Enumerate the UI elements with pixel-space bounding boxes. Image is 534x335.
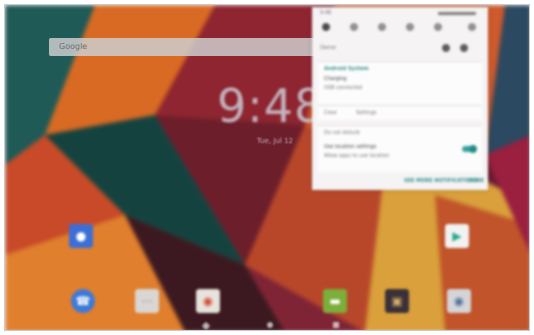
toggle-sublabel: Allow apps to use location <box>324 153 390 159</box>
play-store-icon[interactable]: ▶ <box>445 224 469 248</box>
messaging-icon[interactable]: ▬ <box>323 289 347 313</box>
notification-shade[interactable]: 9:48 Owner Android System Charging USB c… <box>312 7 488 190</box>
search-placeholder: Google <box>59 42 88 51</box>
bluetooth-tile-icon[interactable] <box>350 23 358 31</box>
date-label: Tue, Jul 12 <box>257 137 293 145</box>
notification-text: USB connected <box>324 85 363 91</box>
app-drawer-icon[interactable]: ⋯ <box>135 289 159 313</box>
settings-icon[interactable] <box>442 44 450 52</box>
quick-settings-row <box>322 23 480 35</box>
home-button[interactable] <box>267 322 273 328</box>
notification-card[interactable]: Android System Charging USB connected <box>318 61 482 104</box>
gallery-icon[interactable]: ▣ <box>385 289 409 313</box>
chip-clear[interactable]: Clear <box>324 110 337 116</box>
rotate-tile-icon[interactable] <box>434 23 442 31</box>
done-button[interactable]: DONE <box>468 178 484 184</box>
chrome-icon[interactable]: ◉ <box>196 289 220 313</box>
shade-time: 9:48 <box>320 10 332 16</box>
search-bar[interactable]: Google <box>49 38 317 56</box>
camera-icon[interactable]: ◉ <box>447 289 471 313</box>
recents-button[interactable] <box>333 322 339 328</box>
wifi-tile-icon[interactable] <box>322 23 330 31</box>
see-more-button[interactable]: SEE MORE NOTIFICATIONS <box>404 178 478 184</box>
notification-title: Charging <box>324 76 347 82</box>
chip-row: Clear Settings <box>318 105 482 120</box>
chip-settings[interactable]: Settings <box>356 110 377 116</box>
tablet-screen: Google 9:48 Tue, Jul 12 ● ▶ ☎ ⋯ ◉ ▬ ▣ ◉ … <box>4 4 530 331</box>
settings-card: Do not disturb Use location settings All… <box>318 125 482 172</box>
expand-tile-icon[interactable] <box>468 23 476 31</box>
phone-icon[interactable]: ☎ <box>71 289 95 313</box>
toggle-label: Use location settings <box>324 144 377 150</box>
notification-app-name: Android System <box>324 66 369 72</box>
contacts-icon[interactable]: ● <box>69 224 93 248</box>
clock: 9:48 <box>217 79 325 133</box>
status-indicators <box>438 12 476 15</box>
user-icon[interactable] <box>460 44 468 52</box>
location-toggle[interactable] <box>462 145 477 153</box>
section-label: Do not disturb <box>324 130 360 136</box>
owner-label: Owner <box>320 45 337 51</box>
dnd-tile-icon[interactable] <box>378 23 386 31</box>
flashlight-tile-icon[interactable] <box>406 23 414 31</box>
